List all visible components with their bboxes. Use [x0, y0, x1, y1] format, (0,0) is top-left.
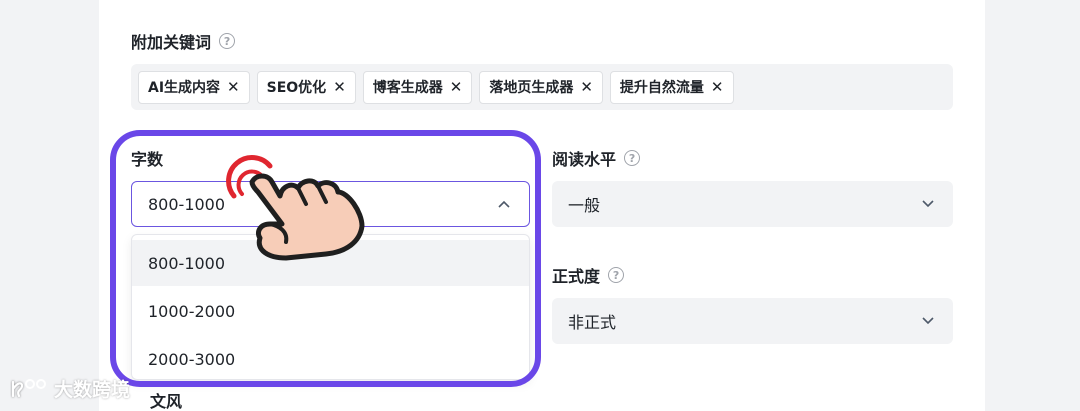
close-icon[interactable]: ✕: [580, 78, 593, 96]
keyword-tag-label: SEO优化: [266, 80, 327, 96]
reading-level-select[interactable]: 一般: [552, 181, 953, 227]
word-count-value: 800-1000: [148, 194, 226, 214]
dropdown-option-label: 1000-2000: [148, 301, 236, 321]
formality-select[interactable]: 非正式: [552, 298, 953, 344]
keyword-tag-label: AI生成内容: [148, 80, 221, 96]
help-icon[interactable]: ?: [608, 267, 625, 283]
formality-label: 正式度: [552, 267, 601, 286]
formality-value: 非正式: [568, 313, 617, 332]
word-count-section-label: 字数: [131, 146, 163, 170]
close-icon[interactable]: ✕: [333, 78, 346, 96]
reading-level-section-label: 阅读水平 ?: [552, 146, 641, 170]
close-icon[interactable]: ✕: [711, 78, 724, 96]
tone-section-label: 文风: [150, 392, 183, 411]
help-icon[interactable]: ?: [624, 150, 641, 166]
dropdown-option-label: 800-1000: [148, 253, 226, 273]
word-count-label: 字数: [131, 150, 164, 169]
keyword-tag: SEO优化 ✕: [256, 70, 356, 104]
pointing-hand-icon: [226, 155, 365, 261]
formality-section-label: 正式度 ?: [552, 263, 625, 287]
dropdown-option[interactable]: 2000-3000: [132, 336, 529, 382]
watermark: 大数跨境: [10, 375, 130, 402]
dropdown-option-label: 2000-3000: [148, 349, 236, 369]
keyword-tag: AI生成内容 ✕: [138, 70, 250, 104]
keywords-label: 附加关键词: [131, 33, 212, 52]
close-icon[interactable]: ✕: [450, 78, 463, 96]
logo-icon: [11, 378, 46, 397]
chevron-down-icon: [921, 197, 935, 211]
reading-level-label: 阅读水平: [552, 150, 617, 169]
keyword-tag: 提升自然流量 ✕: [609, 70, 734, 104]
dropdown-option[interactable]: 1000-2000: [132, 288, 529, 334]
keyword-tag-label: 落地页生成器: [489, 80, 574, 96]
keyword-tag: 落地页生成器 ✕: [479, 70, 603, 104]
help-icon[interactable]: ?: [219, 33, 236, 49]
keyword-tag-label: 博客生成器: [372, 80, 443, 96]
close-icon[interactable]: ✕: [227, 78, 240, 96]
keyword-tag-label: 提升自然流量: [619, 80, 704, 96]
keywords-section-label: 附加关键词 ?: [131, 29, 236, 53]
chevron-up-icon: [497, 197, 511, 211]
watermark-text: 大数跨境: [54, 379, 131, 401]
chevron-down-icon: [921, 314, 935, 328]
keyword-tag: 博客生成器 ✕: [362, 70, 473, 104]
reading-level-value: 一般: [568, 196, 601, 215]
keywords-tag-input[interactable]: AI生成内容 ✕ SEO优化 ✕ 博客生成器 ✕ 落地页生成器 ✕ 提升自然流量…: [131, 64, 953, 110]
